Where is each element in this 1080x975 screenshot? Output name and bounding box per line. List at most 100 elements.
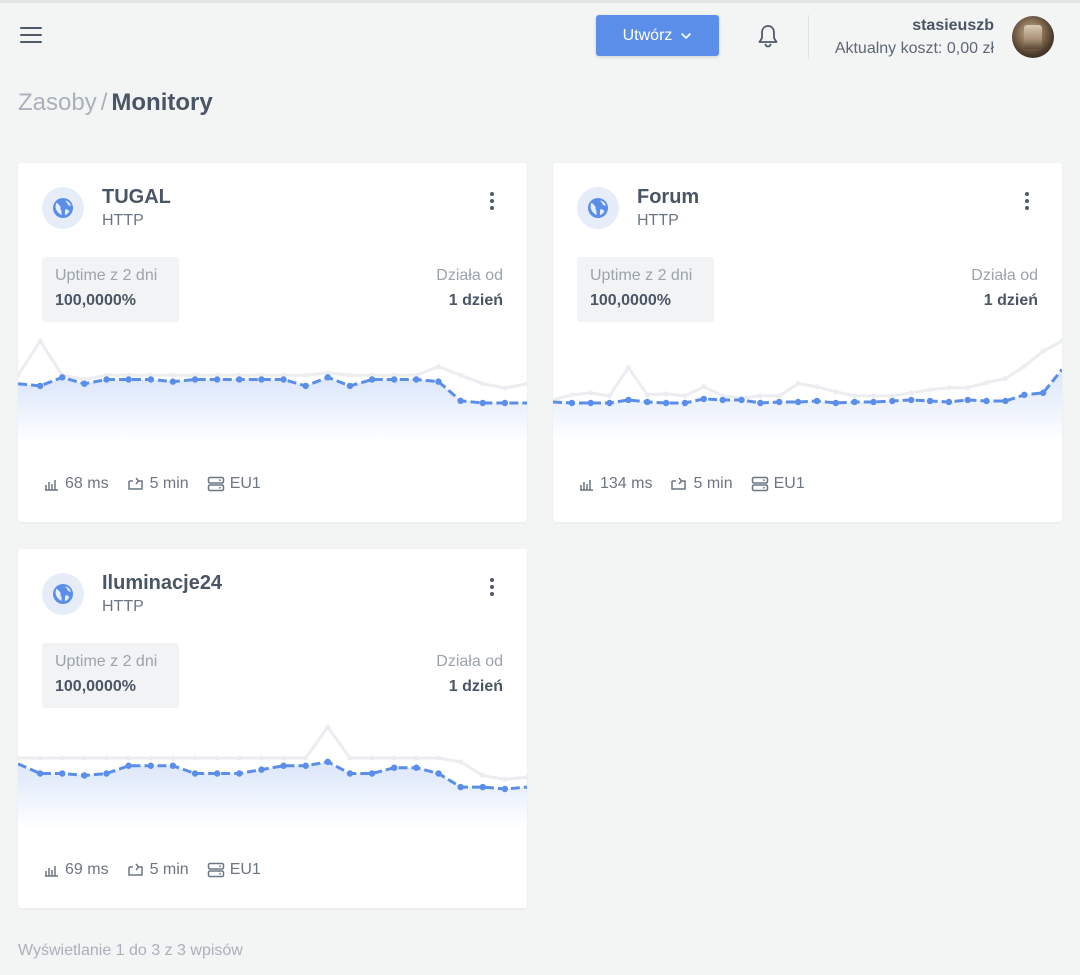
monitor-card[interactable]: Iluminacje24 HTTP Uptime z 2 dni 100,000…: [18, 549, 527, 908]
response-point: [103, 376, 110, 383]
response-point: [213, 770, 221, 777]
response-point: [213, 376, 221, 383]
monitor-name[interactable]: TUGAL: [102, 186, 171, 209]
response-point: [568, 399, 576, 407]
create-button[interactable]: Utwórz: [596, 15, 719, 56]
monitor-meta: 68 ms 5 min EU1: [44, 475, 261, 493]
region: EU1: [207, 861, 261, 879]
response-point: [346, 770, 354, 777]
response-point: [719, 396, 726, 404]
avatar[interactable]: [1012, 16, 1054, 58]
previous-point: [170, 372, 176, 378]
monitor-type: HTTP: [637, 212, 679, 229]
chevron-down-icon: [681, 32, 692, 39]
check-interval-value: 5 min: [149, 861, 189, 878]
response-point: [324, 374, 332, 381]
menu-icon[interactable]: [20, 27, 42, 45]
repeat-icon: [127, 477, 143, 490]
response-point: [191, 376, 199, 383]
previous-point: [1021, 363, 1027, 369]
previous-point: [281, 755, 287, 761]
create-button-label: Utwórz: [622, 26, 673, 44]
previous-point: [833, 389, 839, 395]
response-point: [457, 783, 464, 791]
previous-point: [37, 338, 43, 344]
response-point: [169, 762, 177, 769]
kebab-icon[interactable]: [487, 578, 497, 596]
monitor-type: HTTP: [102, 598, 144, 615]
response-point: [926, 397, 934, 405]
response-point: [435, 770, 442, 777]
top-bar: Utwórz stasieuszb Aktualny koszt: 0,00 z…: [0, 3, 1080, 75]
response-time: 69 ms: [44, 861, 109, 879]
uptime-label: Uptime z 2 dni: [55, 653, 158, 670]
response-point: [832, 399, 839, 407]
server-icon: [207, 476, 224, 492]
response-point: [81, 380, 88, 387]
previous-point: [170, 755, 176, 761]
previous-point: [126, 755, 132, 761]
previous-point: [852, 393, 858, 399]
previous-point: [644, 392, 650, 398]
response-area: [18, 377, 527, 443]
response-point: [587, 399, 594, 407]
bell-icon[interactable]: [756, 23, 780, 49]
previous-point: [458, 372, 464, 378]
check-interval: 5 min: [670, 475, 733, 493]
previous-point: [413, 755, 419, 761]
running-since-value: 1 dzień: [448, 292, 503, 309]
globe-icon: [53, 584, 73, 604]
response-point: [368, 376, 376, 383]
server-icon: [207, 862, 224, 878]
response-point: [280, 376, 287, 383]
response-point: [191, 770, 199, 777]
response-point: [36, 382, 44, 390]
previous-point: [236, 755, 242, 761]
check-interval-value: 5 min: [149, 475, 189, 492]
region: EU1: [751, 475, 805, 493]
running-since-label: Działa od: [436, 267, 503, 284]
response-point: [302, 382, 309, 390]
response-point: [479, 399, 486, 407]
response-point: [501, 399, 509, 407]
bar-chart-icon: [45, 480, 58, 491]
response-point: [368, 770, 376, 777]
response-point: [391, 376, 398, 383]
previous-point: [776, 393, 782, 399]
kebab-icon[interactable]: [487, 192, 497, 210]
uptime-box: Uptime z 2 dni 100,0000%: [42, 257, 179, 322]
monitor-name[interactable]: Forum: [637, 186, 699, 209]
previous-point: [480, 381, 486, 387]
previous-point: [458, 759, 464, 765]
globe-icon: [588, 198, 608, 218]
running-since-label: Działa od: [436, 653, 503, 670]
previous-point: [588, 390, 594, 396]
user-name[interactable]: stasieuszb: [912, 17, 994, 35]
response-point: [413, 764, 420, 771]
response-point: [983, 397, 990, 405]
kebab-icon[interactable]: [1022, 192, 1032, 210]
repeat-icon: [127, 863, 143, 876]
response-point: [964, 396, 971, 404]
user-cost: Aktualny koszt: 0,00 zł: [834, 40, 994, 57]
response-point: [147, 762, 154, 769]
previous-point: [369, 755, 375, 761]
running-since-value: 1 dzień: [983, 292, 1038, 309]
monitor-name[interactable]: Iluminacje24: [102, 572, 222, 595]
server-icon: [751, 476, 768, 492]
previous-point: [946, 385, 952, 391]
monitor-card[interactable]: TUGAL HTTP Uptime z 2 dni 100,0000% Dzia…: [18, 163, 527, 522]
globe-icon: [53, 198, 73, 218]
response-point: [870, 398, 877, 406]
previous-point: [569, 392, 575, 398]
breadcrumb-parent[interactable]: Zasoby: [18, 89, 97, 116]
response-point: [103, 770, 110, 777]
response-point: [1021, 391, 1028, 399]
response-point: [889, 397, 896, 405]
previous-point: [663, 391, 669, 397]
monitor-card[interactable]: Forum HTTP Uptime z 2 dni 100,0000% Dzia…: [553, 163, 1062, 522]
previous-point: [303, 755, 309, 761]
bar-chart-icon: [580, 480, 593, 491]
response-point: [479, 783, 486, 791]
response-point: [681, 399, 689, 407]
